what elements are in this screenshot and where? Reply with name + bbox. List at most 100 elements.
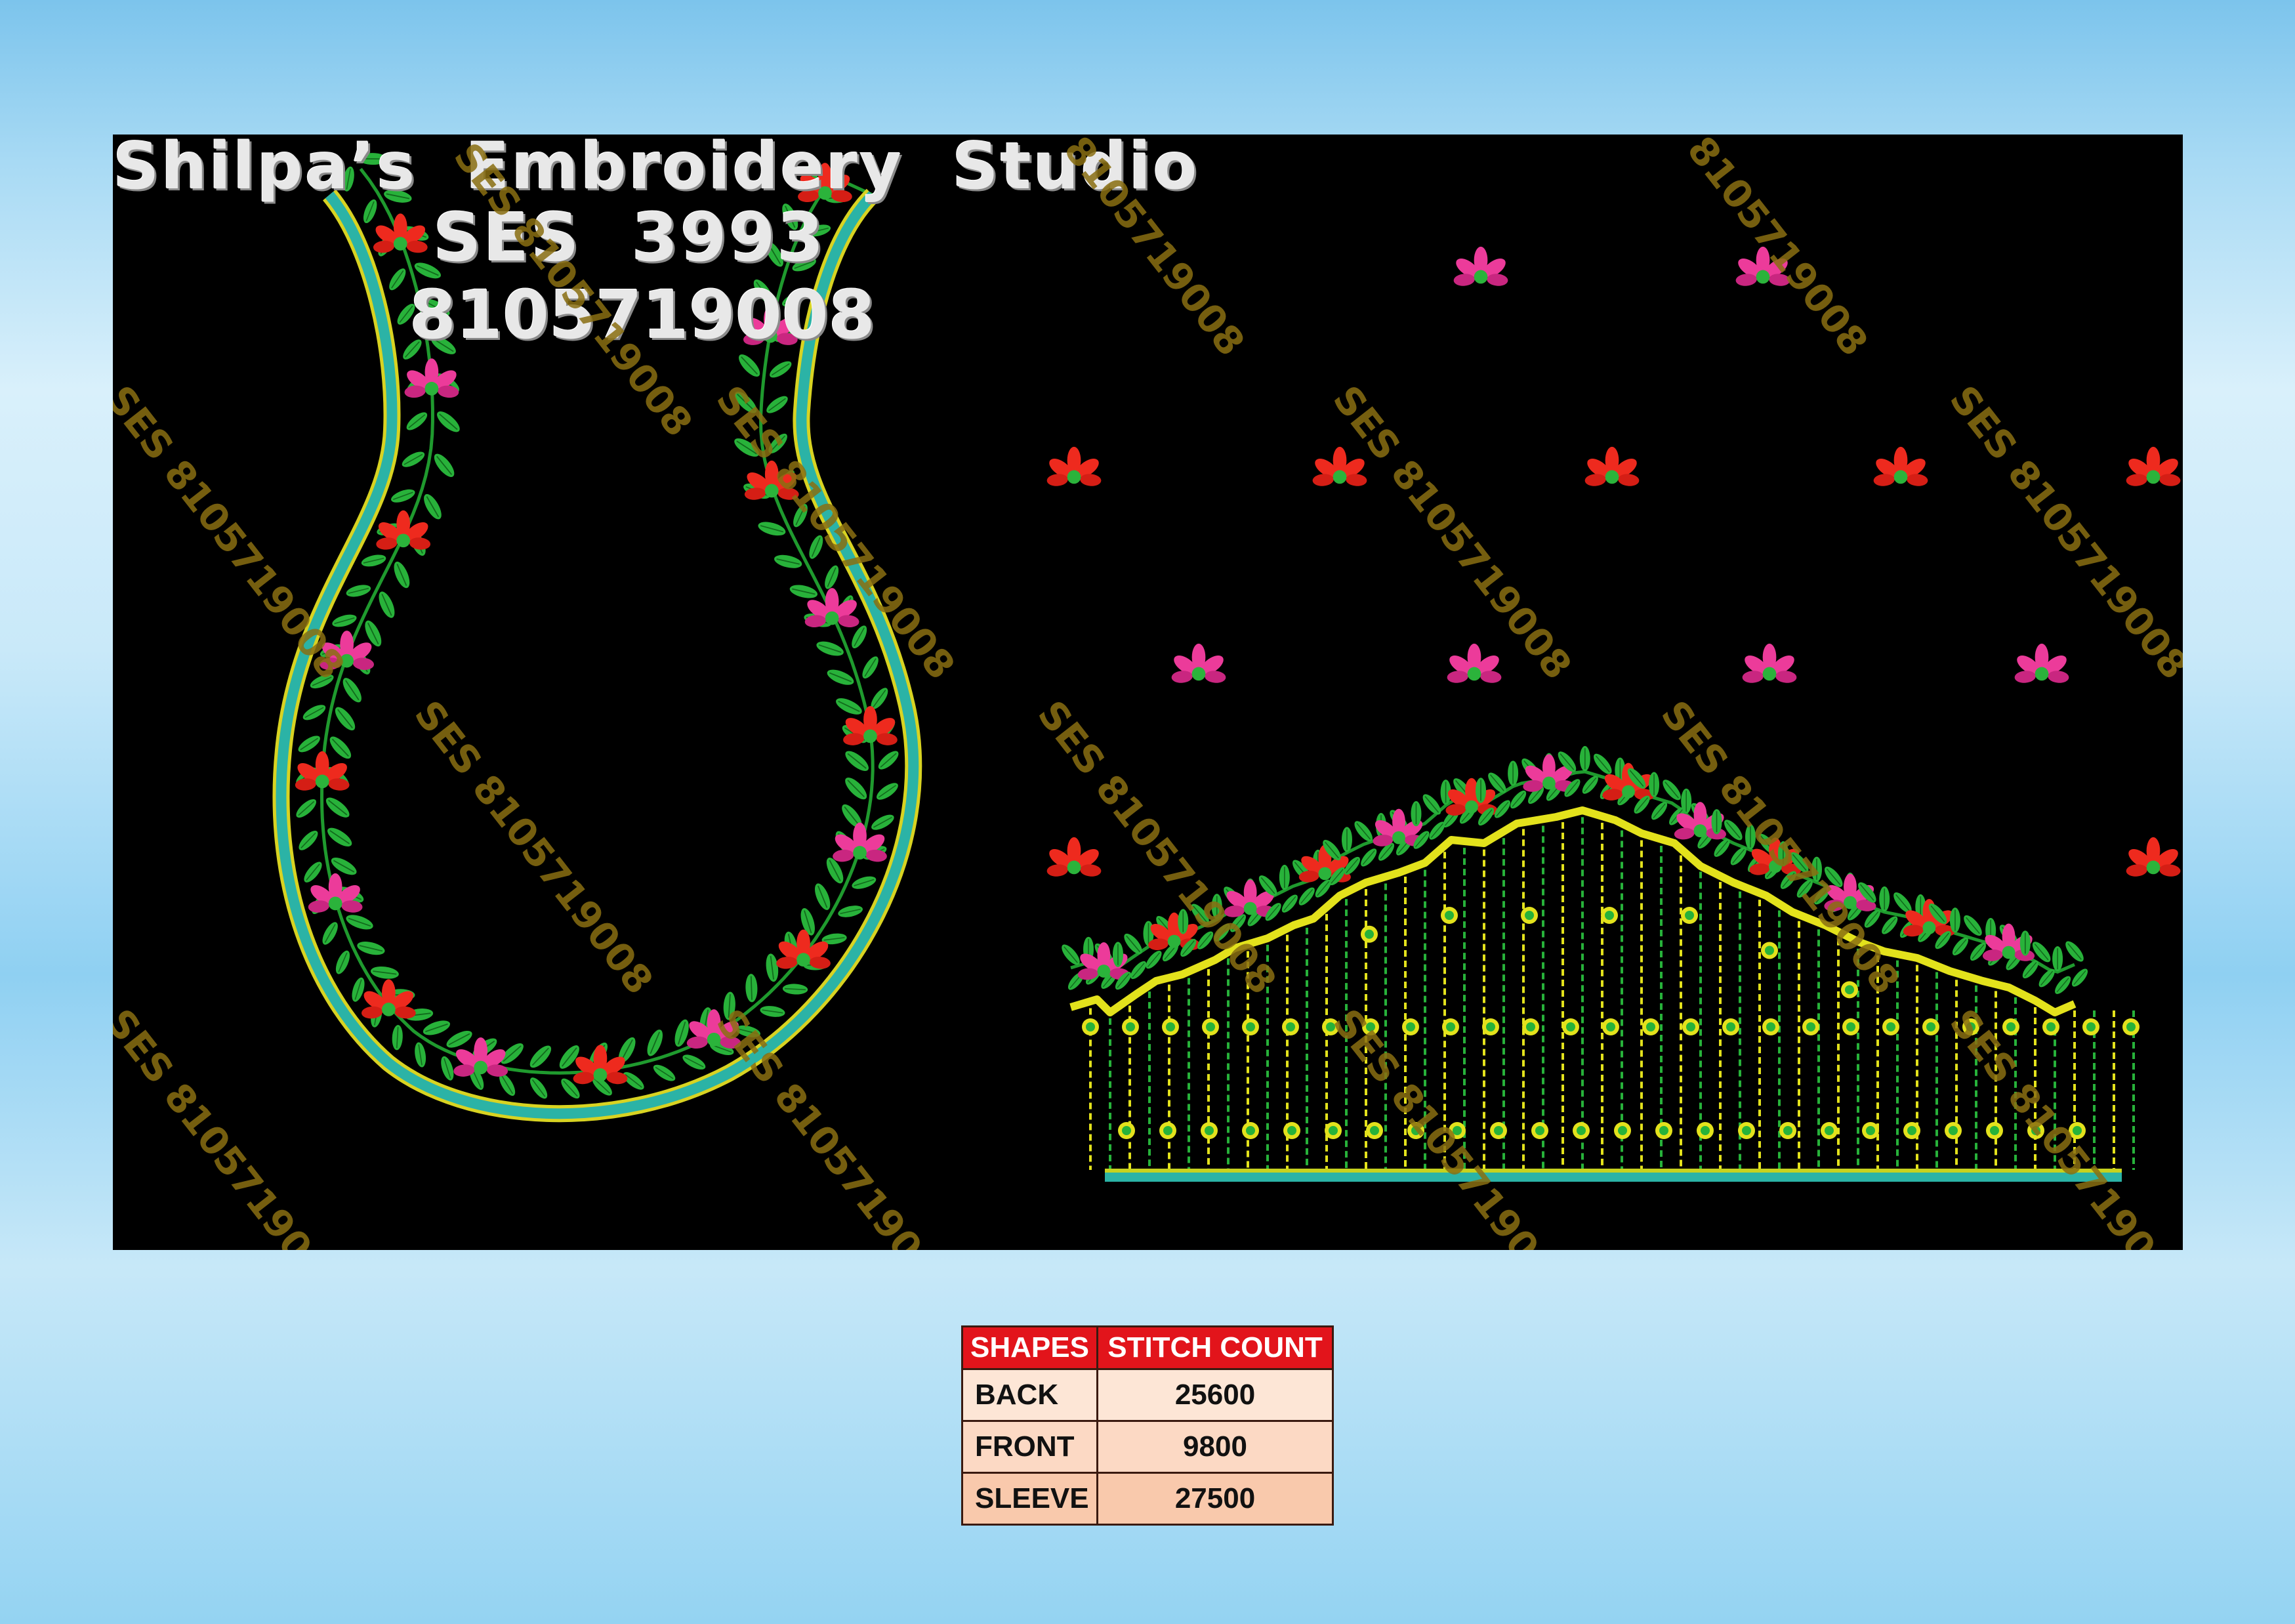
bead-center <box>1701 1126 1710 1135</box>
bead-center <box>1365 929 1374 939</box>
leaf-icon <box>1058 941 1084 968</box>
leaf-icon <box>369 964 400 981</box>
flower-icon <box>360 979 417 1020</box>
leaf-icon <box>1710 808 1723 835</box>
leaf-icon <box>325 732 356 763</box>
leaf-icon <box>811 881 835 913</box>
leaf-icon <box>764 952 781 984</box>
shape-cell: FRONT <box>961 1420 1098 1474</box>
bead-center <box>1206 1022 1215 1031</box>
leaf-icon <box>1878 913 1901 938</box>
bead-center <box>1949 1126 1958 1135</box>
leaf-icon <box>841 747 873 776</box>
flower-icon <box>1741 643 1798 684</box>
leaf-icon <box>787 582 819 602</box>
flower-icon <box>1872 446 1929 488</box>
leaf-icon <box>344 582 373 600</box>
bead-center <box>1566 1022 1575 1031</box>
flower-icon <box>572 1045 629 1085</box>
bead-center <box>2006 1022 2016 1031</box>
bead-center <box>1846 1022 1855 1031</box>
leaf-icon <box>300 858 326 886</box>
leaf-icon <box>390 1024 404 1051</box>
leaf-icon <box>300 701 329 724</box>
bead-center <box>1525 911 1534 920</box>
table-row: SLEEVE 27500 <box>961 1472 1334 1526</box>
bead-center <box>2086 1022 2096 1031</box>
leaf-icon <box>295 732 323 756</box>
leaf-icon <box>430 449 459 481</box>
leaf-icon <box>1680 787 1692 814</box>
leaf-icon <box>1475 777 1487 804</box>
leaf-icon <box>850 873 879 892</box>
leaf-icon <box>355 938 387 958</box>
bead-center <box>1907 1126 1916 1135</box>
leaf-icon <box>772 552 804 572</box>
bead-center <box>1783 1126 1792 1135</box>
leaf-icon <box>412 1041 428 1069</box>
leaf-icon <box>1142 947 1165 972</box>
bead-center <box>1659 1126 1668 1135</box>
bead-center <box>1845 985 1854 995</box>
flower-icon <box>1584 446 1640 488</box>
leaf-icon <box>1357 845 1380 869</box>
flower-icon <box>2125 446 2181 488</box>
leaf-icon <box>873 779 901 804</box>
leaf-icon <box>1350 818 1376 845</box>
leaf-icon <box>1341 826 1353 853</box>
leaf-icon <box>868 811 897 834</box>
flower-icon <box>1312 446 1368 488</box>
bead-center <box>1605 911 1614 920</box>
bead-center <box>1287 1126 1296 1135</box>
bead-center <box>1205 1126 1214 1135</box>
leaf-icon <box>734 350 764 381</box>
leaf-icon <box>2019 930 2031 957</box>
flower-icon <box>307 873 363 914</box>
flower-icon <box>1446 643 1502 684</box>
leaf-icon <box>332 947 354 977</box>
leaf-icon <box>2052 946 2063 972</box>
bead-center <box>1535 1126 1544 1135</box>
studio-name: Shilpa’s Embroidery Studio <box>113 135 1199 204</box>
bead-center <box>2126 1022 2136 1031</box>
flower-icon <box>775 929 832 970</box>
bead-center <box>1406 1022 1415 1031</box>
bead-center <box>1606 1022 1615 1031</box>
leaf-icon <box>1507 760 1519 787</box>
bead-center <box>1126 1022 1135 1031</box>
leaf-icon <box>1648 771 1660 798</box>
leaf-icon <box>2035 966 2058 990</box>
leaf-icon <box>331 703 360 734</box>
bead-center <box>1646 1022 1655 1031</box>
bead-center <box>1086 1022 1095 1031</box>
leaf-icon <box>339 674 366 706</box>
bead-center <box>1825 1126 1834 1135</box>
flower-icon <box>372 213 428 254</box>
bead-center <box>1685 911 1694 920</box>
leaf-icon <box>330 612 359 630</box>
leaf-icon <box>2061 938 2088 965</box>
table-row: BACK 25600 <box>961 1368 1334 1422</box>
leaf-icon <box>643 1026 667 1059</box>
leaf-icon <box>1112 941 1124 968</box>
leaf-icon <box>833 694 865 718</box>
bead-center <box>1286 1022 1295 1031</box>
leaf-icon <box>526 1074 551 1102</box>
bead-center <box>1122 1126 1131 1135</box>
flower-icon <box>2014 643 2070 684</box>
leaf-icon <box>433 407 464 436</box>
leaf-icon <box>1579 745 1591 772</box>
stitch-count-table: SHAPES STITCH COUNT BACK 25600 FRONT 980… <box>961 1325 1334 1526</box>
leaf-icon <box>875 747 902 774</box>
leaf-icon <box>293 795 320 822</box>
bead-strings <box>1082 817 2140 1170</box>
leaf-icon <box>1949 907 1961 934</box>
flower-icon <box>2125 837 2181 878</box>
leaf-icon <box>836 903 865 920</box>
shape-cell: SLEEVE <box>961 1472 1098 1526</box>
leaf-icon <box>858 653 882 682</box>
bead-center <box>2046 1022 2056 1031</box>
bead-center <box>1577 1126 1586 1135</box>
bead-center <box>1886 1022 1895 1031</box>
leaf-icon <box>1878 886 1891 913</box>
